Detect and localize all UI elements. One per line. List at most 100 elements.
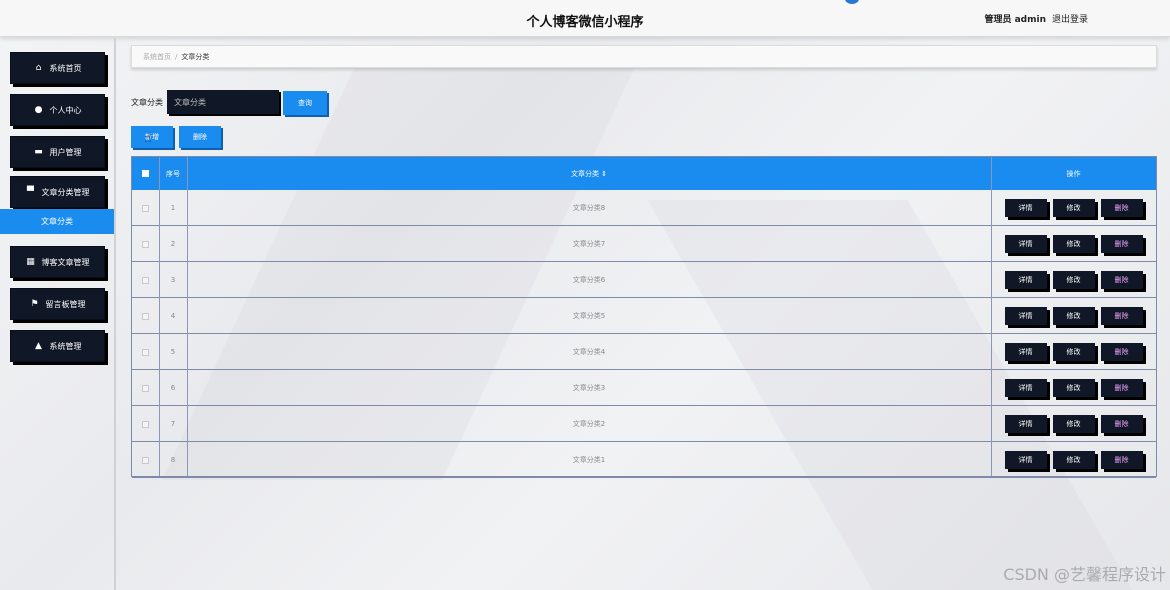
batch-delete-button[interactable]: 删除 [179, 126, 221, 148]
edit-button[interactable]: 修改 [1052, 235, 1095, 253]
edit-button[interactable]: 修改 [1052, 271, 1095, 289]
edit-button[interactable]: 修改 [1052, 307, 1095, 325]
row-checkbox[interactable] [132, 334, 159, 370]
column-divider [991, 157, 992, 476]
thumb-icon: ▲ [35, 341, 42, 351]
row-checkbox[interactable] [132, 226, 159, 262]
table-row: 8 文章分类1 详情 修改 删除 [132, 442, 1156, 478]
delete-button[interactable]: 删除 [1100, 235, 1143, 253]
row-category: 文章分类2 [572, 420, 606, 428]
table-row: 3 文章分类6 详情 修改 删除 [132, 262, 1156, 298]
row-actions: 详情 修改 删除 [991, 442, 1156, 478]
sidebar-item-users[interactable]: ▬ 用户管理 [10, 136, 105, 168]
row-category: 文章分类1 [572, 456, 606, 464]
sidebar-item-home[interactable]: ⌂ 系统首页 [10, 52, 105, 84]
sidebar-item-label: 博客文章管理 [41, 257, 90, 267]
delete-button[interactable]: 删除 [1100, 271, 1143, 289]
delete-button[interactable]: 删除 [1100, 451, 1143, 469]
row-index: 8 [170, 456, 176, 464]
user-icon: ● [34, 105, 43, 115]
detail-button[interactable]: 详情 [1004, 271, 1047, 289]
detail-button[interactable]: 详情 [1004, 307, 1047, 325]
table-row: 6 文章分类3 详情 修改 删除 [132, 370, 1156, 406]
row-index: 3 [170, 276, 176, 284]
row-index: 2 [170, 240, 176, 248]
column-divider [187, 157, 188, 476]
row-category: 文章分类3 [572, 384, 606, 392]
row-index: 5 [170, 348, 176, 356]
row-checkbox[interactable] [132, 442, 159, 478]
table-header: 序号 文章分类 ⇕ 操作 [132, 157, 1156, 190]
sidebar-item-category-management[interactable]: ▀ 文章分类管理 [10, 176, 105, 208]
search-button[interactable]: 查询 [283, 91, 327, 115]
header-actions: 操作 [1066, 169, 1081, 178]
breadcrumb-current: 文章分类 [181, 52, 210, 61]
add-button[interactable]: 新增 [131, 126, 173, 148]
checkbox-icon [142, 420, 149, 428]
checkbox-icon [142, 384, 149, 392]
sidebar-item-blog-articles[interactable]: ▦ 博客文章管理 [10, 246, 105, 278]
row-category: 文章分类8 [572, 204, 606, 212]
grid-icon: ▦ [26, 257, 35, 267]
row-actions: 详情 修改 删除 [991, 226, 1156, 262]
delete-button[interactable]: 删除 [1100, 307, 1143, 325]
row-category: 文章分类6 [572, 276, 606, 284]
top-bar: 个人博客微信小程序 管理员 admin 退出登录 [0, 0, 1170, 37]
edit-button[interactable]: 修改 [1052, 451, 1095, 469]
checkbox-icon [142, 276, 149, 284]
search-input[interactable] [167, 90, 279, 114]
sidebar-item-system[interactable]: ▲ 系统管理 [10, 330, 105, 362]
detail-button[interactable]: 详情 [1004, 343, 1047, 361]
row-checkbox[interactable] [132, 298, 159, 334]
detail-button[interactable]: 详情 [1004, 451, 1047, 469]
sidebar-item-label: 系统管理 [49, 341, 82, 351]
column-divider [159, 157, 160, 476]
row-category: 文章分类4 [572, 348, 606, 356]
checkbox-icon [142, 204, 149, 212]
row-checkbox[interactable] [132, 370, 159, 406]
edit-button[interactable]: 修改 [1052, 415, 1095, 433]
top-decoration-dot [845, 0, 859, 4]
user-label: 管理员 admin [984, 15, 1046, 25]
pointer-cursor-icon: ☝ [144, 131, 152, 146]
edit-button[interactable]: 修改 [1052, 379, 1095, 397]
header-select-all[interactable] [132, 157, 159, 190]
detail-button[interactable]: 详情 [1004, 235, 1047, 253]
table-row: 5 文章分类4 详情 修改 删除 [132, 334, 1156, 370]
row-index: 4 [170, 312, 176, 320]
delete-button[interactable]: 删除 [1100, 199, 1143, 217]
delete-button[interactable]: 删除 [1100, 415, 1143, 433]
home-icon: ⌂ [35, 63, 42, 73]
detail-button[interactable]: 详情 [1004, 415, 1047, 433]
breadcrumb-home[interactable]: 系统首页 [143, 52, 171, 62]
header-index: 序号 [166, 169, 180, 178]
row-index: 7 [170, 420, 176, 428]
logout-link[interactable]: 退出登录 [1052, 12, 1088, 25]
delete-button[interactable]: 删除 [1100, 379, 1143, 397]
user-area: 管理员 admin 退出登录 [984, 12, 1088, 25]
sidebar-item-profile[interactable]: ● 个人中心 [10, 94, 105, 126]
sidebar-item-message-board[interactable]: ⚑ 留言板管理 [10, 288, 105, 320]
row-checkbox[interactable] [132, 190, 159, 226]
search-label: 文章分类 [131, 98, 163, 107]
flag-icon: ⚑ [30, 299, 39, 309]
watermark: CSDN @艺馨程序设计 [1003, 565, 1166, 584]
detail-button[interactable]: 详情 [1004, 199, 1047, 217]
row-category: 文章分类5 [572, 312, 606, 320]
edit-button[interactable]: 修改 [1052, 199, 1095, 217]
row-checkbox[interactable] [132, 406, 159, 442]
sidebar-subitem-category[interactable]: 文章分类 [0, 209, 114, 234]
row-actions: 详情 修改 删除 [991, 334, 1156, 370]
checkbox-icon [142, 240, 149, 248]
sidebar-item-label: 用户管理 [49, 147, 82, 157]
checkbox-icon [142, 170, 149, 177]
monitor-icon: ▀ [27, 187, 34, 197]
header-category[interactable]: 文章分类 ⇕ [187, 157, 991, 190]
detail-button[interactable]: 详情 [1004, 379, 1047, 397]
sidebar: ⌂ 系统首页 ● 个人中心 ▬ 用户管理 ▀ 文章分类管理 文章分类 ▦ 博客文… [0, 38, 116, 590]
row-actions: 详情 修改 删除 [991, 406, 1156, 442]
edit-button[interactable]: 修改 [1052, 343, 1095, 361]
row-checkbox[interactable] [132, 262, 159, 298]
delete-button[interactable]: 删除 [1100, 343, 1143, 361]
row-actions: 详情 修改 删除 [991, 190, 1156, 226]
